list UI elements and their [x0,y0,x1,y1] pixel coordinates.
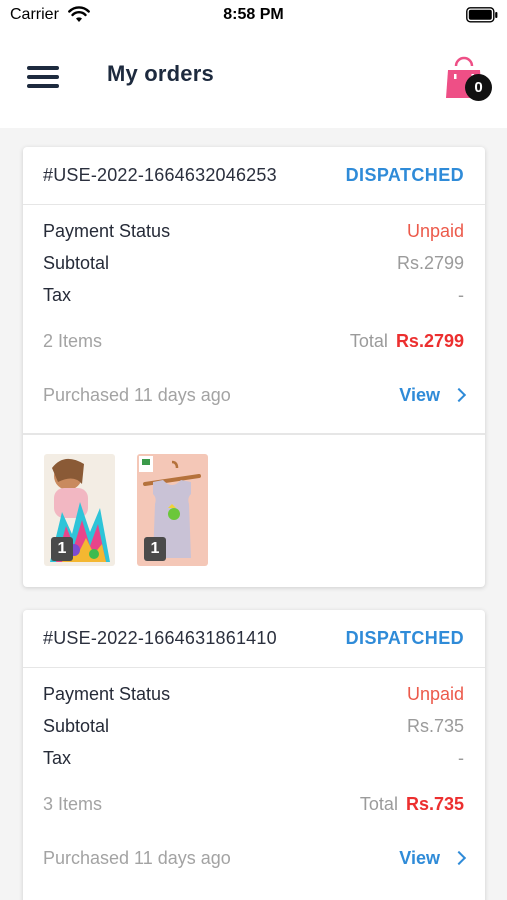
tax-label: Tax [43,748,72,768]
order-id: #USE-2022-1664631861410 [43,628,277,648]
app-header: My orders [0,32,507,128]
product-quantity-badge: 1 [144,537,166,561]
payment-status-row: Payment Status Unpaid [43,221,464,245]
order-id: #USE-2022-1664632046253 [43,165,277,185]
items-count: 2 Items [43,331,103,351]
total-label: Total [349,331,388,351]
payment-status-value: Unpaid [406,684,464,704]
order-card-header: #USE-2022-1664632046253 DISPATCHED [23,147,485,205]
status-bar: Carrier 8:58 PM [0,0,507,32]
product-thumbnail-blocks[interactable]: 1 [44,454,115,566]
payment-status-label: Payment Status [43,221,171,241]
tax-row: Tax - [43,748,464,772]
items-total-row: 3 Items Total Rs.735 [43,794,464,818]
purchased-row: Purchased 11 days ago View [43,385,467,409]
divider [23,433,485,435]
subtotal-row: Subtotal Rs.2799 [43,253,464,277]
product-quantity-badge: 1 [51,537,73,561]
tax-value: - [458,748,464,768]
order-card[interactable]: #USE-2022-1664631861410 DISPATCHED Payme… [23,610,485,900]
battery-icon [466,7,498,23]
cart-count-badge: 0 [465,74,492,101]
payment-status-row: Payment Status Unpaid [43,684,464,708]
order-status: DISPATCHED [345,165,464,185]
purchased-date: Purchased 11 days ago [43,385,231,405]
total-value: Rs.735 [405,794,464,814]
chevron-right-icon [451,850,467,866]
view-label: View [399,385,440,405]
subtotal-label: Subtotal [43,253,110,273]
view-label: View [399,848,440,868]
view-order-button[interactable]: View [399,385,467,406]
chevron-right-icon [451,387,467,403]
page-title: My orders [107,61,214,86]
hamburger-menu-icon[interactable] [27,64,61,90]
purchased-row: Purchased 11 days ago View [43,848,467,872]
items-count: 3 Items [43,794,103,814]
tax-label: Tax [43,285,72,305]
payment-status-label: Payment Status [43,684,171,704]
subtotal-row: Subtotal Rs.735 [43,716,464,740]
subtotal-value: Rs.735 [406,716,464,736]
payment-status-value: Unpaid [406,221,464,241]
items-total-row: 2 Items Total Rs.2799 [43,331,464,355]
order-card-header: #USE-2022-1664631861410 DISPATCHED [23,610,485,668]
view-order-button[interactable]: View [399,848,467,869]
tax-row: Tax - [43,285,464,309]
purchased-date: Purchased 11 days ago [43,848,231,868]
total-value: Rs.2799 [395,331,464,351]
order-card[interactable]: #USE-2022-1664632046253 DISPATCHED Payme… [23,147,485,587]
status-time: 8:58 PM [223,6,284,23]
product-thumbnail-vest[interactable]: 1 [137,454,208,566]
total-label: Total [359,794,398,814]
order-status: DISPATCHED [345,628,464,648]
subtotal-label: Subtotal [43,716,110,736]
tax-value: - [458,285,464,305]
subtotal-value: Rs.2799 [396,253,464,273]
